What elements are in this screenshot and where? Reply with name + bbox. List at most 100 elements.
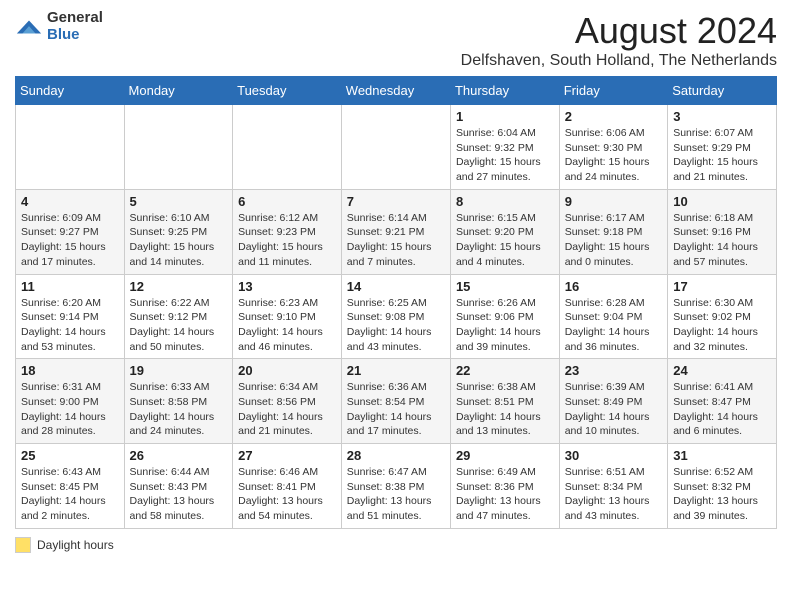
calendar-week-row: 18 Sunrise: 6:31 AM Sunset: 9:00 PM Dayli… [16,359,777,444]
calendar-cell: 14Sunrise: 6:25 AM Sunset: 9:08 PM Dayli… [341,274,450,359]
day-info: Sunrise: 6:43 AM Sunset: 8:45 PM Dayligh… [21,465,119,524]
day-number: 2 [565,109,663,124]
day-info: Sunrise: 6:04 AM Sunset: 9:32 PM Dayligh… [456,126,554,185]
calendar-cell: 30 Sunrise: 6:51 AM Sunset: 8:34 PM Dayli… [559,444,668,529]
day-number: 9 [565,194,663,209]
day-number: 20 [238,363,336,378]
calendar-cell: 12 Sunrise: 6:22 AM Sunset: 9:12 PM Dayli… [124,274,233,359]
calendar-cell [233,105,342,190]
day-number: 30 [565,448,663,463]
day-number: 8 [456,194,554,209]
day-number: 11 [21,279,119,294]
day-info: Sunrise: 6:17 AM Sunset: 9:18 PM Dayligh… [565,211,663,270]
title-block: August 2024 Delfshaven, South Holland, T… [461,10,777,70]
col-header-saturday: Saturday [668,77,777,105]
day-number: 18 [21,363,119,378]
col-header-thursday: Thursday [450,77,559,105]
calendar-cell: 28 Sunrise: 6:47 AM Sunset: 8:38 PM Dayli… [341,444,450,529]
day-info: Sunrise: 6:38 AM Sunset: 8:51 PM Dayligh… [456,380,554,439]
calendar-cell: 5Sunrise: 6:10 AM Sunset: 9:25 PM Daylig… [124,189,233,274]
day-number: 27 [238,448,336,463]
day-info: Sunrise: 6:06 AM Sunset: 9:30 PM Dayligh… [565,126,663,185]
day-info: Sunrise: 6:22 AM Sunset: 9:12 PM Dayligh… [130,296,228,355]
day-number: 7 [347,194,445,209]
location-subtitle: Delfshaven, South Holland, The Netherlan… [461,52,777,70]
calendar-cell: 23Sunrise: 6:39 AM Sunset: 8:49 PM Dayli… [559,359,668,444]
calendar-table: SundayMondayTuesdayWednesdayThursdayFrid… [15,76,777,529]
day-number: 24 [673,363,771,378]
col-header-friday: Friday [559,77,668,105]
col-header-tuesday: Tuesday [233,77,342,105]
calendar-cell: 19Sunrise: 6:33 AM Sunset: 8:58 PM Dayli… [124,359,233,444]
logo: General Blue [15,10,103,43]
logo-general: General [47,10,103,27]
day-info: Sunrise: 6:36 AM Sunset: 8:54 PM Dayligh… [347,380,445,439]
day-info: Sunrise: 6:52 AM Sunset: 8:32 PM Dayligh… [673,465,771,524]
day-info: Sunrise: 6:30 AM Sunset: 9:02 PM Dayligh… [673,296,771,355]
day-number: 12 [130,279,228,294]
calendar-cell: 3Sunrise: 6:07 AM Sunset: 9:29 PM Daylig… [668,105,777,190]
calendar-cell: 7 Sunrise: 6:14 AM Sunset: 9:21 PM Daylig… [341,189,450,274]
day-info: Sunrise: 6:34 AM Sunset: 8:56 PM Dayligh… [238,380,336,439]
calendar-cell: 20 Sunrise: 6:34 AM Sunset: 8:56 PM Dayli… [233,359,342,444]
day-number: 22 [456,363,554,378]
day-number: 26 [130,448,228,463]
day-number: 17 [673,279,771,294]
calendar-cell [341,105,450,190]
day-info: Sunrise: 6:23 AM Sunset: 9:10 PM Dayligh… [238,296,336,355]
calendar-cell: 2 Sunrise: 6:06 AM Sunset: 9:30 PM Daylig… [559,105,668,190]
calendar-cell: 1Sunrise: 6:04 AM Sunset: 9:32 PM Daylig… [450,105,559,190]
calendar-cell: 27 Sunrise: 6:46 AM Sunset: 8:41 PM Dayli… [233,444,342,529]
calendar-cell [124,105,233,190]
page-header: General Blue August 2024 Delfshaven, Sou… [15,10,777,70]
day-info: Sunrise: 6:39 AM Sunset: 8:49 PM Dayligh… [565,380,663,439]
calendar-cell: 8 Sunrise: 6:15 AM Sunset: 9:20 PM Daylig… [450,189,559,274]
day-info: Sunrise: 6:51 AM Sunset: 8:34 PM Dayligh… [565,465,663,524]
calendar-week-row: 25 Sunrise: 6:43 AM Sunset: 8:45 PM Dayli… [16,444,777,529]
legend: Daylight hours [15,537,777,553]
logo-blue: Blue [47,27,103,44]
day-info: Sunrise: 6:14 AM Sunset: 9:21 PM Dayligh… [347,211,445,270]
day-number: 10 [673,194,771,209]
day-info: Sunrise: 6:07 AM Sunset: 9:29 PM Dayligh… [673,126,771,185]
day-info: Sunrise: 6:18 AM Sunset: 9:16 PM Dayligh… [673,211,771,270]
day-info: Sunrise: 6:31 AM Sunset: 9:00 PM Dayligh… [21,380,119,439]
day-info: Sunrise: 6:25 AM Sunset: 9:08 PM Dayligh… [347,296,445,355]
col-header-wednesday: Wednesday [341,77,450,105]
calendar-cell: 16Sunrise: 6:28 AM Sunset: 9:04 PM Dayli… [559,274,668,359]
logo-icon [15,13,43,41]
calendar-cell: 24Sunrise: 6:41 AM Sunset: 8:47 PM Dayli… [668,359,777,444]
day-number: 16 [565,279,663,294]
calendar-cell: 21 Sunrise: 6:36 AM Sunset: 8:54 PM Dayli… [341,359,450,444]
day-number: 6 [238,194,336,209]
day-number: 29 [456,448,554,463]
calendar-cell: 18 Sunrise: 6:31 AM Sunset: 9:00 PM Dayli… [16,359,125,444]
col-header-sunday: Sunday [16,77,125,105]
day-number: 31 [673,448,771,463]
day-info: Sunrise: 6:20 AM Sunset: 9:14 PM Dayligh… [21,296,119,355]
calendar-cell: 26Sunrise: 6:44 AM Sunset: 8:43 PM Dayli… [124,444,233,529]
day-number: 13 [238,279,336,294]
calendar-cell: 4Sunrise: 6:09 AM Sunset: 9:27 PM Daylig… [16,189,125,274]
day-number: 21 [347,363,445,378]
calendar-header-row: SundayMondayTuesdayWednesdayThursdayFrid… [16,77,777,105]
logo-text: General Blue [47,10,103,43]
day-info: Sunrise: 6:46 AM Sunset: 8:41 PM Dayligh… [238,465,336,524]
calendar-cell: 29Sunrise: 6:49 AM Sunset: 8:36 PM Dayli… [450,444,559,529]
col-header-monday: Monday [124,77,233,105]
day-info: Sunrise: 6:12 AM Sunset: 9:23 PM Dayligh… [238,211,336,270]
calendar-cell: 10 Sunrise: 6:18 AM Sunset: 9:16 PM Dayli… [668,189,777,274]
day-number: 5 [130,194,228,209]
day-info: Sunrise: 6:47 AM Sunset: 8:38 PM Dayligh… [347,465,445,524]
legend-box [15,537,31,553]
calendar-cell: 25 Sunrise: 6:43 AM Sunset: 8:45 PM Dayli… [16,444,125,529]
day-number: 15 [456,279,554,294]
day-number: 4 [21,194,119,209]
day-number: 28 [347,448,445,463]
day-number: 25 [21,448,119,463]
calendar-cell: 15 Sunrise: 6:26 AM Sunset: 9:06 PM Dayli… [450,274,559,359]
calendar-week-row: 11 Sunrise: 6:20 AM Sunset: 9:14 PM Dayli… [16,274,777,359]
day-info: Sunrise: 6:15 AM Sunset: 9:20 PM Dayligh… [456,211,554,270]
calendar-cell: 9 Sunrise: 6:17 AM Sunset: 9:18 PM Daylig… [559,189,668,274]
day-info: Sunrise: 6:26 AM Sunset: 9:06 PM Dayligh… [456,296,554,355]
